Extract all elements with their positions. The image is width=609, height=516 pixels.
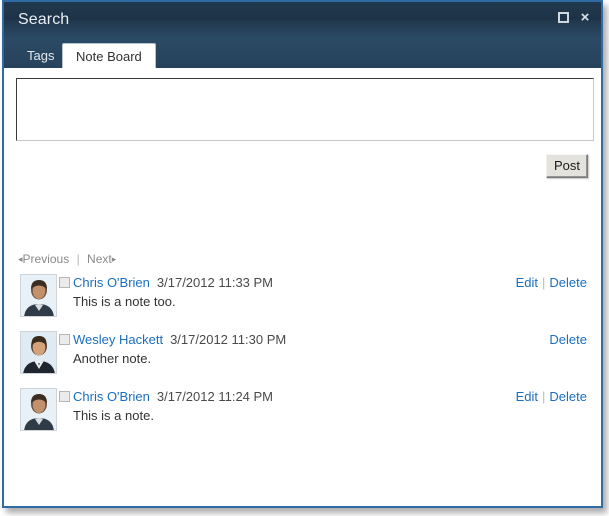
user-link[interactable]: Chris O'Brien <box>73 389 150 404</box>
note-actions: Edit | Delete <box>516 275 587 291</box>
list-item: Chris O'Brien 3/17/2012 11:24 PM This is … <box>4 384 601 441</box>
avatar-photo-3 <box>21 389 56 430</box>
note-input[interactable] <box>16 78 594 141</box>
user-link[interactable]: Chris O'Brien <box>73 275 150 290</box>
delete-link[interactable]: Delete <box>549 332 587 347</box>
note-board-panel: Post ◂Previous | Next▸ Chris O'Brien 3/1… <box>4 68 601 506</box>
note-text: Another note. <box>73 351 152 366</box>
note-timestamp: 3/17/2012 11:24 PM <box>156 389 274 404</box>
search-dialog: Search × Tags Note Board Post ◂Previous … <box>2 0 603 508</box>
avatar-photo-1 <box>21 275 56 316</box>
note-actions: Delete <box>549 332 587 348</box>
restore-icon <box>558 12 569 23</box>
note-header: Wesley Hackett 3/17/2012 11:30 PM <box>73 332 286 348</box>
user-link[interactable]: Wesley Hackett <box>73 332 163 347</box>
edit-link[interactable]: Edit <box>516 389 538 404</box>
tab-note-board[interactable]: Note Board <box>62 43 156 68</box>
avatar <box>20 331 57 374</box>
tab-strip: Tags Note Board <box>4 38 601 68</box>
presence-indicator[interactable] <box>59 277 70 288</box>
delete-link[interactable]: Delete <box>549 389 587 404</box>
tab-tags[interactable]: Tags <box>14 44 67 68</box>
action-separator: | <box>542 275 546 290</box>
previous-label: Previous <box>22 252 70 266</box>
next-label: Next <box>87 252 112 266</box>
avatar-photo-2 <box>21 332 56 373</box>
note-header: Chris O'Brien 3/17/2012 11:33 PM <box>73 275 273 291</box>
list-item: Chris O'Brien 3/17/2012 11:33 PM This is … <box>4 270 601 327</box>
note-list: Chris O'Brien 3/17/2012 11:33 PM This is … <box>4 270 601 441</box>
dialog-titlebar: Search × <box>4 2 601 38</box>
close-button[interactable]: × <box>576 9 594 27</box>
note-actions: Edit | Delete <box>516 389 587 405</box>
next-link[interactable]: Next▸ <box>87 252 116 266</box>
previous-link[interactable]: ◂Previous <box>18 252 69 266</box>
note-header: Chris O'Brien 3/17/2012 11:24 PM <box>73 389 273 405</box>
action-separator: | <box>542 389 546 404</box>
post-button[interactable]: Post <box>545 154 588 178</box>
restore-button[interactable] <box>555 9 573 27</box>
avatar <box>20 274 57 317</box>
pager: ◂Previous | Next▸ <box>18 252 116 266</box>
presence-indicator[interactable] <box>59 334 70 345</box>
list-item: Wesley Hackett 3/17/2012 11:30 PM Another… <box>4 327 601 384</box>
chevron-right-icon: ▸ <box>111 254 117 264</box>
note-timestamp: 3/17/2012 11:33 PM <box>156 275 274 290</box>
note-text: This is a note. <box>73 408 154 423</box>
pager-separator: | <box>76 252 80 266</box>
presence-indicator[interactable] <box>59 391 70 402</box>
note-text: This is a note too. <box>73 294 176 309</box>
avatar <box>20 388 57 431</box>
note-timestamp: 3/17/2012 11:30 PM <box>170 332 287 347</box>
page-title: Search <box>18 11 70 28</box>
delete-link[interactable]: Delete <box>549 275 587 290</box>
close-icon: × <box>580 9 590 26</box>
edit-link[interactable]: Edit <box>516 275 538 290</box>
